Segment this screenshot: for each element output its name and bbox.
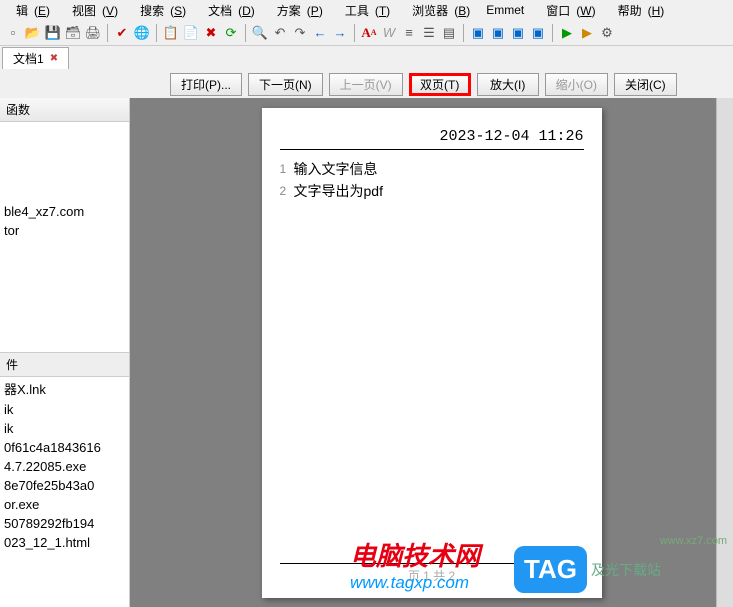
text-line: 2 文字导出为pdf [280,180,584,202]
files-header[interactable]: 件 [0,352,129,377]
zoom-out-button[interactable]: 缩小(O) [545,73,608,96]
font-icon[interactable]: AA [360,24,378,42]
list-item[interactable]: 50789292fb194 [0,514,129,533]
window2-icon[interactable]: ▣ [489,24,507,42]
save-icon[interactable]: 💾 [44,24,62,42]
sidebar-header[interactable]: 函数 [0,98,129,122]
separator [107,24,108,42]
menu-browser[interactable]: 浏览器(B) [400,1,476,20]
window3-icon[interactable]: ▣ [509,24,527,42]
zoom-in-button[interactable]: 放大(I) [477,73,539,96]
separator [245,24,246,42]
window4-icon[interactable]: ▣ [529,24,547,42]
window1-icon[interactable]: ▣ [469,24,487,42]
browser-icon[interactable]: 🌐 [133,24,151,42]
list-item[interactable]: 器X.lnk [0,377,129,400]
function-list[interactable]: ble4_xz7.com tor [0,122,129,352]
watermark-url: www.tagxp.com [350,573,480,593]
watermark-url: www.xz7.com [660,535,727,547]
menu-bar: 辑(E) 视图(V) 搜索(S) 文档(D) 方案(P) 工具(T) 浏览器(B… [0,0,733,20]
print-icon[interactable]: 🖨 [84,24,102,42]
tab-bar: 文档1 ✖ [0,46,733,70]
run2-icon[interactable]: ▶ [578,24,596,42]
run-icon[interactable]: ▶ [558,24,576,42]
menu-edit[interactable]: 辑(E) [4,1,56,20]
gear-icon[interactable]: ⚙ [598,24,616,42]
indent-icon[interactable]: ≡ [400,24,418,42]
list-item[interactable]: ik [0,400,129,419]
list-icon[interactable]: ☰ [420,24,438,42]
new-icon[interactable]: ▫ [4,24,22,42]
list-item[interactable]: or.exe [0,495,129,514]
two-page-button[interactable]: 双页(T) [409,73,471,96]
delete-icon[interactable]: ✖ [202,24,220,42]
watermark-text: 及光下载站 [591,560,661,580]
list-item[interactable]: ik [0,419,129,438]
menu-emmet[interactable]: Emmet [480,2,530,18]
menu-help[interactable]: 帮助(H) [606,1,671,20]
line-text: 文字导出为pdf [294,180,383,202]
search-icon[interactable]: 🔍 [251,24,269,42]
separator [552,24,553,42]
document-tab[interactable]: 文档1 ✖ [2,47,69,69]
word-icon[interactable]: W [380,24,398,42]
refresh-icon[interactable]: ⟳ [222,24,240,42]
page-timestamp: 2023-12-04 11:26 [280,128,584,149]
preview-area[interactable]: 2023-12-04 11:26 1 输入文字信息 2 文字导出为pdf 页 1… [130,98,733,607]
watermark-tag-badge: TAG 及光下载站 [514,546,661,593]
menu-view[interactable]: 视图(V) [60,1,124,20]
file-list[interactable]: 器X.lnk ik ik 0f61c4a1843616 4.7.22085.ex… [0,377,129,607]
list-item[interactable]: 4.7.22085.exe [0,457,129,476]
list-item[interactable]: 0f61c4a1843616 [0,438,129,457]
list-item[interactable]: ble4_xz7.com [0,202,129,221]
toolbar: ▫ 📂 💾 🗃 🖨 ✔ 🌐 📋 📄 ✖ ⟳ 🔍 ↶ ↷ ← → AA W ≡ ☰… [0,20,733,46]
vertical-scrollbar[interactable] [716,98,733,607]
paste-icon[interactable]: 📄 [182,24,200,42]
preview-toolbar: 打印(P)... 下一页(N) 上一页(V) 双页(T) 放大(I) 缩小(O)… [0,70,733,98]
spellcheck-icon[interactable]: ✔ [113,24,131,42]
list-item[interactable]: 023_12_1.html [0,533,129,552]
forward-icon[interactable]: → [331,24,349,42]
list-item[interactable]: 8e70fe25b43a0 [0,476,129,495]
page-preview: 2023-12-04 11:26 1 输入文字信息 2 文字导出为pdf 页 1… [262,108,602,598]
separator [463,24,464,42]
prev-page-button[interactable]: 上一页(V) [329,73,403,96]
main-area: 函数 ble4_xz7.com tor 件 器X.lnk ik ik 0f61c… [0,98,733,607]
menu-search[interactable]: 搜索(S) [128,1,192,20]
watermark-tagxp: 电脑技术网 www.tagxp.com [350,536,480,593]
close-icon[interactable]: ✖ [50,53,58,64]
line-text: 输入文字信息 [294,158,378,180]
menu-window[interactable]: 窗口(W) [534,1,601,20]
separator [156,24,157,42]
watermark-xz7: www.xz7.com [660,535,727,547]
print-button[interactable]: 打印(P)... [170,73,242,96]
list-item[interactable]: tor [0,221,129,240]
open-icon[interactable]: 📂 [24,24,42,42]
back-icon[interactable]: ← [311,24,329,42]
tag-badge-icon: TAG [514,546,587,593]
sidebar: 函数 ble4_xz7.com tor 件 器X.lnk ik ik 0f61c… [0,98,130,607]
menu-tools[interactable]: 工具(T) [333,1,396,20]
redo-icon[interactable]: ↷ [291,24,309,42]
divider [280,149,584,150]
undo-icon[interactable]: ↶ [271,24,289,42]
menu-document[interactable]: 文档(D) [196,1,261,20]
saveall-icon[interactable]: 🗃 [64,24,82,42]
tab-title: 文档1 [13,50,44,67]
line-number: 2 [280,180,294,202]
align-icon[interactable]: ▤ [440,24,458,42]
text-line: 1 输入文字信息 [280,158,584,180]
close-button[interactable]: 关闭(C) [614,73,677,96]
watermark-text: 电脑技术网 [350,536,480,573]
next-page-button[interactable]: 下一页(N) [248,73,323,96]
menu-scheme[interactable]: 方案(P) [265,1,329,20]
separator [354,24,355,42]
line-number: 1 [280,158,294,180]
copy-icon[interactable]: 📋 [162,24,180,42]
